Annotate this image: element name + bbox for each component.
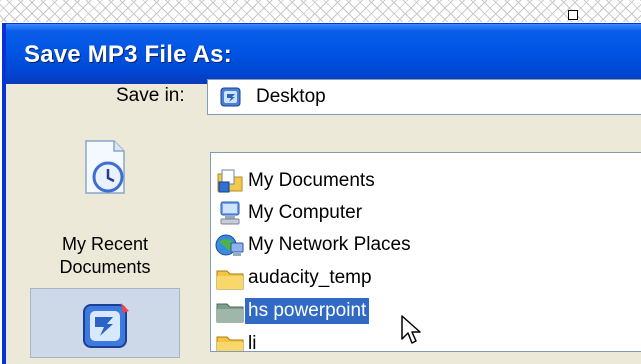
places-item-desktop[interactable] — [30, 288, 180, 358]
file-label: hs powerpoint — [245, 298, 370, 324]
list-item[interactable]: My Network Places — [215, 230, 414, 260]
file-label: audacity_temp — [248, 267, 372, 288]
file-label: My Network Places — [248, 234, 411, 255]
marquee-resize-handle[interactable] — [568, 10, 578, 20]
list-item[interactable]: audacity_temp — [215, 263, 375, 293]
desktop-icon — [220, 87, 241, 107]
places-label-line1: My Recent — [61, 234, 149, 254]
file-label: My Computer — [248, 202, 363, 223]
selection-marquee — [0, 0, 641, 22]
title-bar[interactable]: Save MP3 File As: — [6, 24, 641, 84]
file-label: My Documents — [248, 170, 375, 191]
list-item[interactable]: hs powerpoint — [215, 296, 370, 326]
list-item[interactable]: li — [215, 329, 259, 352]
mouse-cursor-icon — [401, 315, 421, 344]
my-documents-icon — [217, 169, 243, 193]
recent-documents-icon — [85, 140, 125, 194]
save-in-dropdown[interactable]: Desktop — [207, 79, 641, 115]
places-label-line2: Documents — [59, 257, 151, 277]
desktop-icon — [83, 303, 129, 348]
save-in-label: Save in: — [116, 85, 185, 106]
file-list[interactable]: My Documents My Computer My Network Plac… — [210, 152, 641, 352]
folder-icon — [216, 303, 244, 323]
places-bar: My Recent Documents — [30, 123, 180, 358]
places-item-label: My Recent Documents — [30, 233, 180, 279]
dialog-title: Save MP3 File As: — [24, 41, 232, 68]
list-item[interactable]: My Computer — [215, 198, 365, 228]
places-item-recent-documents[interactable]: My Recent Documents — [30, 123, 180, 283]
folder-icon — [216, 270, 244, 290]
my-computer-icon — [220, 201, 240, 225]
file-label: li — [248, 333, 257, 352]
list-item[interactable]: My Documents — [215, 166, 378, 196]
save-in-value: Desktop — [256, 86, 326, 107]
network-places-icon — [215, 234, 244, 256]
folder-icon — [216, 336, 244, 351]
